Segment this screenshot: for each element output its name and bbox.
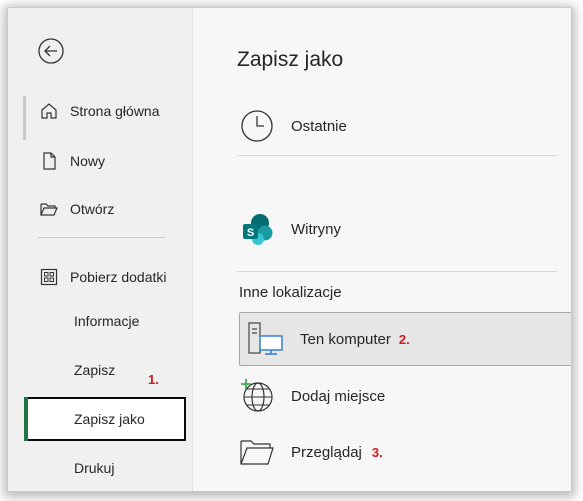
- nav-get-addins[interactable]: Pobierz dodatki: [24, 257, 186, 297]
- location-sites[interactable]: S Witryny: [237, 209, 341, 249]
- divider: [237, 271, 557, 272]
- sidebar-divider: [38, 237, 165, 238]
- location-add-place[interactable]: Dodaj miejsce: [237, 376, 385, 416]
- location-browse-label: Przeglądaj: [291, 443, 362, 461]
- step-3-marker: 3.: [371, 444, 383, 460]
- clock-icon: [237, 106, 277, 146]
- sharepoint-icon: S: [237, 209, 277, 249]
- location-browse[interactable]: Przeglądaj 3.: [237, 432, 383, 472]
- nav-save-as-label: Zapisz jako: [74, 411, 145, 427]
- location-this-pc-label: Ten komputer: [300, 330, 391, 348]
- save-as-panel: Zapisz jako Ostatnie S Witryny Inne loka: [193, 8, 571, 491]
- home-icon: [38, 100, 60, 122]
- divider: [237, 155, 557, 156]
- step-2-marker: 2.: [398, 331, 410, 347]
- nav-save-label: Zapisz: [74, 362, 116, 378]
- nav-home-label: Strona główna: [70, 103, 160, 119]
- nav-print[interactable]: Drukuj: [24, 448, 186, 488]
- open-folder-icon: [38, 198, 60, 220]
- backstage-sidebar: Strona główna Nowy Otwórz Pobierz dodatk…: [8, 8, 193, 491]
- location-sites-label: Witryny: [291, 220, 341, 238]
- nav-new[interactable]: Nowy: [24, 141, 186, 181]
- nav-open[interactable]: Otwórz: [24, 189, 186, 229]
- computer-icon: [246, 319, 286, 359]
- location-this-pc[interactable]: Ten komputer 2.: [239, 312, 571, 366]
- nav-info[interactable]: Informacje: [24, 301, 186, 341]
- folder-icon: [237, 432, 277, 472]
- new-document-icon: [38, 150, 60, 172]
- nav-save-as[interactable]: Zapisz jako: [24, 397, 186, 441]
- add-ins-icon: [38, 266, 60, 288]
- nav-save[interactable]: Zapisz 1.: [24, 350, 186, 390]
- nav-home[interactable]: Strona główna: [24, 91, 186, 131]
- back-arrow-icon: [38, 38, 64, 64]
- globe-add-icon: [237, 376, 277, 416]
- svg-text:S: S: [247, 227, 254, 239]
- location-add-place-label: Dodaj miejsce: [291, 387, 386, 405]
- location-recent[interactable]: Ostatnie: [237, 106, 347, 146]
- page-title: Zapisz jako: [237, 48, 344, 71]
- nav-open-label: Otwórz: [70, 201, 115, 217]
- location-recent-label: Ostatnie: [291, 117, 347, 135]
- nav-print-label: Drukuj: [74, 460, 115, 476]
- nav-new-label: Nowy: [70, 153, 106, 169]
- backstage-window: Strona główna Nowy Otwórz Pobierz dodatk…: [8, 8, 571, 491]
- nav-info-label: Informacje: [74, 313, 140, 329]
- step-1-marker: 1.: [148, 372, 159, 387]
- other-locations-header: Inne lokalizacje: [239, 284, 342, 301]
- nav-get-addins-label: Pobierz dodatki: [70, 269, 167, 285]
- back-button[interactable]: [36, 36, 66, 66]
